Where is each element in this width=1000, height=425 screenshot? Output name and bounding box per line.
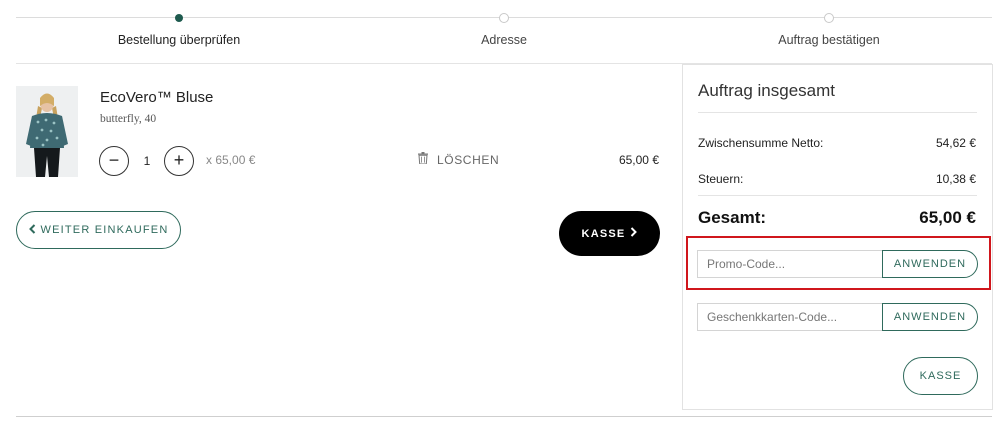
delete-label: LÖSCHEN [437,152,500,167]
quantity-increase-button[interactable]: + [164,146,194,176]
subtotal-value: 54,62 € [935,136,976,150]
subtotal-row: Zwischensumme Netto: 54,62 € [698,136,976,150]
summary-checkout-button[interactable]: KASSE [903,357,978,395]
bottom-divider [16,416,992,417]
chevron-right-icon [630,227,638,240]
step-dot [824,13,834,23]
chevron-left-icon [28,223,36,237]
total-value: 65,00 € [919,208,976,227]
continue-shopping-button[interactable]: WEITER EINKAUFEN [16,211,181,249]
step-label: Auftrag bestätigen [778,33,880,47]
product-photo-illustration [16,86,78,177]
giftcard-apply-button[interactable]: ANWENDEN [882,303,978,331]
delete-item-button[interactable]: LÖSCHEN [418,152,499,167]
tax-label: Steuern: [698,172,744,186]
continue-shopping-label: WEITER EINKAUFEN [40,224,169,236]
product-image[interactable] [16,86,78,177]
checkout-stepper: Bestellung überprüfen Adresse Auftrag be… [16,0,992,64]
promo-highlight-box [686,236,991,290]
unit-price: x 65,00 € [206,153,256,167]
product-variant: butterfly, 40 [100,113,157,125]
checkout-label: KASSE [581,227,626,240]
summary-divider [698,112,977,113]
step-dot [499,13,509,23]
summary-divider [698,195,977,196]
step-active-dot [175,14,183,22]
giftcard-code-form: ANWENDEN [697,303,978,331]
order-summary-title: Auftrag insgesamt [698,81,836,100]
total-row: Gesamt: 65,00 € [698,208,976,228]
step-label: Adresse [481,33,527,47]
quantity-value: 1 [143,154,151,168]
total-label: Gesamt: [698,208,767,227]
tax-value: 10,38 € [935,172,976,186]
product-name[interactable]: EcoVero™ Bluse [100,89,213,106]
trash-icon [418,152,428,167]
line-total: 65,00 € [618,153,659,167]
checkout-button[interactable]: KASSE [559,211,660,256]
tax-row: Steuern: 10,38 € [698,172,976,186]
giftcard-code-input[interactable] [697,303,882,331]
quantity-decrease-button[interactable]: − [99,146,129,176]
subtotal-label: Zwischensumme Netto: [698,136,824,150]
step-label: Bestellung überprüfen [117,33,241,47]
